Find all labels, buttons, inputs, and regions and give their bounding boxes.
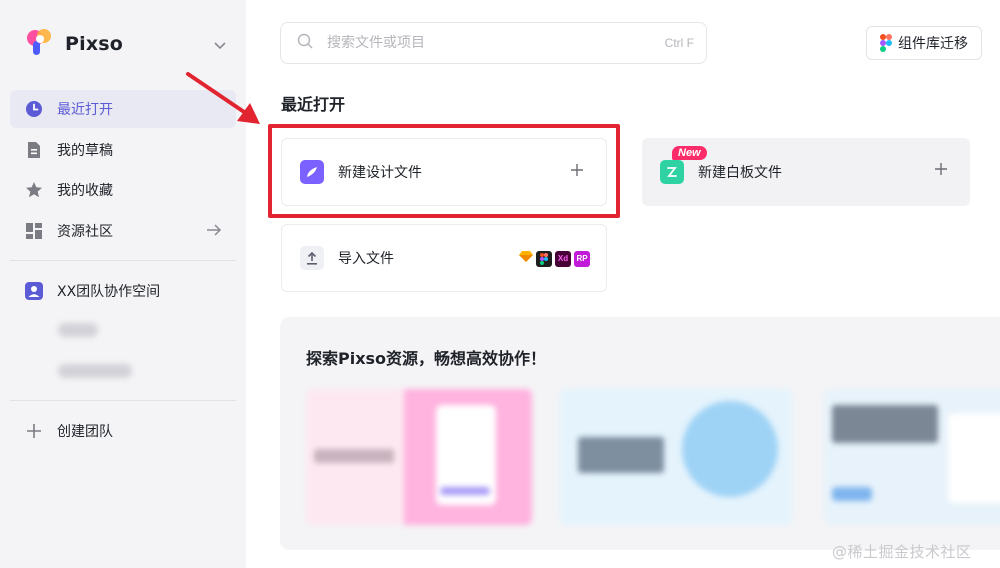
pixso-logo-icon xyxy=(25,27,55,61)
sidebar-divider xyxy=(10,400,236,401)
search-box[interactable]: Ctrl F xyxy=(280,22,707,64)
blurred-project-item[interactable] xyxy=(58,364,132,378)
plus-icon xyxy=(25,422,43,440)
nav-drafts[interactable]: 我的草稿 xyxy=(10,131,236,169)
whiteboard-icon xyxy=(660,160,684,184)
resource-thumbnail[interactable] xyxy=(824,389,1000,525)
watermark: @稀土掘金技术社区 xyxy=(832,543,972,561)
xd-icon: Xd xyxy=(555,250,571,267)
annotation-arrow xyxy=(186,72,260,124)
figma-icon xyxy=(880,34,892,52)
import-format-icons: Xd RP xyxy=(519,250,590,267)
nav-favorites[interactable]: 我的收藏 xyxy=(10,171,236,209)
team-avatar-icon xyxy=(25,282,43,300)
brand-name: Pixso xyxy=(65,33,124,55)
plus-icon xyxy=(934,162,948,180)
nav-team-label: XX团队协作空间 xyxy=(57,284,161,300)
arrow-right-icon xyxy=(206,223,222,241)
resource-thumbnail[interactable] xyxy=(306,389,532,525)
resource-thumbnail[interactable] xyxy=(560,389,792,525)
nav-create-team[interactable]: 创建团队 xyxy=(10,412,236,450)
blurred-project-item[interactable] xyxy=(58,323,98,337)
figma-format-icon xyxy=(536,250,552,267)
nav-favorites-label: 我的收藏 xyxy=(57,183,113,199)
star-icon xyxy=(25,181,43,199)
axure-rp-icon: RP xyxy=(574,250,590,267)
component-migrate-button[interactable]: 组件库迁移 xyxy=(866,26,982,60)
nav-recent-label: 最近打开 xyxy=(57,102,113,118)
nav-drafts-label: 我的草稿 xyxy=(57,143,113,159)
search-shortcut: Ctrl F xyxy=(664,36,694,50)
new-whiteboard-file-label: 新建白板文件 xyxy=(698,165,782,181)
nav-community-label: 资源社区 xyxy=(57,224,113,240)
sidebar-divider xyxy=(10,260,236,261)
search-icon xyxy=(297,33,313,53)
import-file-card[interactable]: 导入文件 Xd RP xyxy=(281,224,607,292)
component-migrate-label: 组件库迁移 xyxy=(898,36,968,52)
highlight-box xyxy=(268,124,620,218)
upload-icon xyxy=(300,246,324,270)
brand[interactable]: Pixso xyxy=(25,27,123,61)
import-file-label: 导入文件 xyxy=(338,251,394,267)
search-input[interactable] xyxy=(325,34,629,52)
sketch-icon xyxy=(519,250,533,267)
document-icon xyxy=(25,141,43,159)
clock-icon xyxy=(25,100,43,118)
new-badge: New xyxy=(672,146,707,160)
grid-icon xyxy=(25,222,43,240)
recent-section-title: 最近打开 xyxy=(281,95,346,114)
explore-title: 探索Pixso资源，畅想高效协作！ xyxy=(306,349,547,368)
explore-section: 探索Pixso资源，畅想高效协作！ xyxy=(280,317,1000,550)
nav-community[interactable]: 资源社区 xyxy=(10,212,236,250)
nav-create-team-label: 创建团队 xyxy=(57,424,113,440)
chevron-down-icon[interactable] xyxy=(213,36,227,55)
nav-team[interactable]: XX团队协作空间 xyxy=(10,272,236,310)
